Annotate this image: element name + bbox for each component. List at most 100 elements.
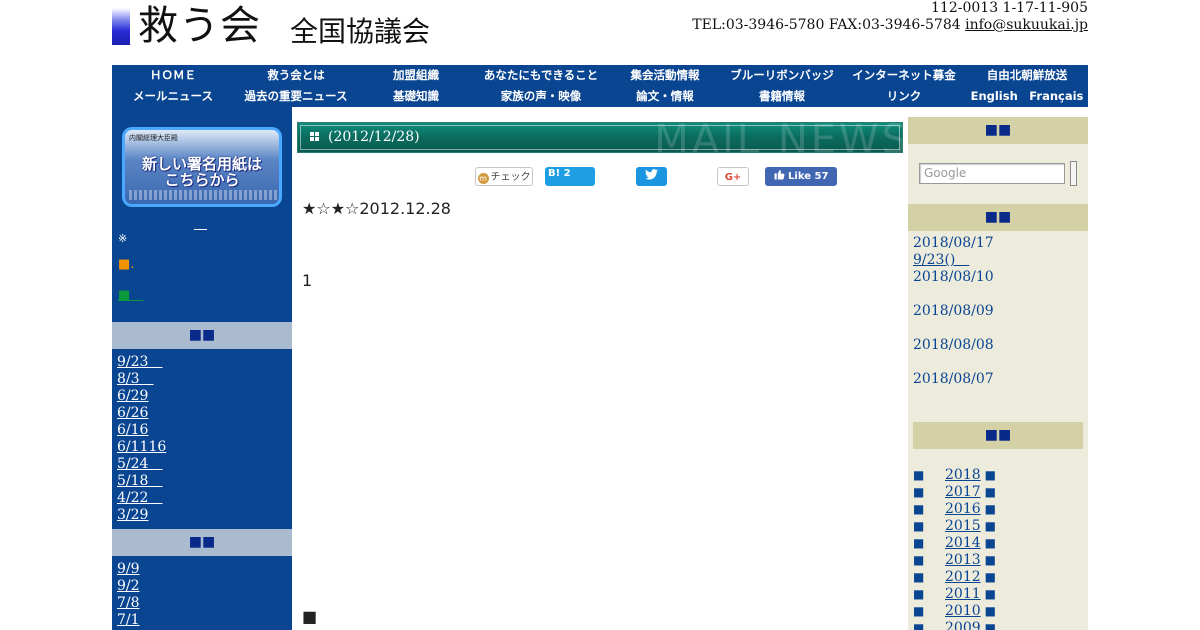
left-link[interactable]: 5/24 <box>117 456 166 473</box>
mixi-check-button[interactable]: m チェック <box>475 167 533 186</box>
nav-events[interactable]: 集会活動情報 <box>608 65 722 86</box>
right-heading-news: ■■ <box>908 204 1088 231</box>
banner-caption: 内閣総理大臣殿 <box>129 134 178 142</box>
year-row: ■ 2014 ■ <box>913 535 996 552</box>
post-body-number: 1 <box>302 271 313 290</box>
year-link[interactable]: 2016 <box>945 501 981 517</box>
nav-home[interactable]: ＨＯＭＥ <box>112 65 234 86</box>
post-section-marker: ■ <box>302 607 318 626</box>
left-link[interactable]: 9/9 <box>117 561 140 578</box>
bullet-square-icon: ■ <box>913 519 925 533</box>
site-logo-subtitle: 全国協議会 <box>290 15 431 48</box>
bullet-square-icon: ■ <box>913 536 925 550</box>
nav-basics[interactable]: 基礎知識 <box>358 86 474 107</box>
nav-family-voices[interactable]: 家族の声・映像 <box>474 86 608 107</box>
news-date: 2018/08/09 <box>913 303 994 319</box>
left-link[interactable]: 6/29 <box>117 388 166 405</box>
left-link[interactable]: 6/16 <box>117 422 166 439</box>
year-row: ■ 2018 ■ <box>913 467 996 484</box>
nav-member-orgs[interactable]: 加盟組織 <box>358 65 474 86</box>
nav-about[interactable]: 救う会とは <box>234 65 358 86</box>
google-search-input[interactable]: Google <box>919 163 1065 184</box>
right-news-list: 2018/08/17 9/23() 2018/08/10 2018/08/09 … <box>913 235 994 388</box>
year-row: ■ 2017 ■ <box>913 484 996 501</box>
logo-gradient-bar <box>112 8 130 45</box>
bullet-square-icon: ■ <box>984 621 996 630</box>
year-link[interactable]: 2015 <box>945 518 981 534</box>
left-link[interactable]: 6/1116 <box>117 439 166 456</box>
right-heading-search: ■■ <box>908 117 1088 144</box>
left-link[interactable]: 5/18 <box>117 473 166 490</box>
hatena-bookmark-button[interactable]: B! 2 <box>545 167 595 186</box>
main-content: (2012/12/28) MAIL NEWS m チェック B! 2 G+ Lik… <box>292 107 908 630</box>
mail-news-watermark: MAIL NEWS <box>654 122 903 153</box>
year-link[interactable]: 2009 <box>945 620 981 630</box>
tweet-button[interactable] <box>636 167 667 186</box>
year-link[interactable]: 2014 <box>945 535 981 551</box>
nav-internet-donation[interactable]: インターネット募金 <box>842 65 966 86</box>
nav-row-2: メールニュース 過去の重要ニュース 基礎知識 家族の声・映像 論文・情報 書籍情… <box>112 86 1088 107</box>
left-link[interactable]: 8/3 <box>117 371 166 388</box>
left-link[interactable]: 3/29 <box>117 507 166 524</box>
search-button[interactable] <box>1070 161 1077 186</box>
left-link[interactable]: 9/23 <box>117 354 166 371</box>
site-logo[interactable]: 救う会 <box>138 2 261 50</box>
news-date: 2018/08/07 <box>913 371 994 387</box>
bullet-square-icon: ■ <box>984 604 996 618</box>
email-link[interactable]: info@sukuukai.jp <box>965 17 1088 33</box>
bullet-square-icon: ■ <box>984 485 996 499</box>
banner-link[interactable]: ＿ <box>194 213 207 232</box>
year-row: ■ 2009 ■ <box>913 620 996 630</box>
left-link[interactable]: 7/1 <box>117 612 140 629</box>
banner-fine-print <box>129 190 279 200</box>
year-link[interactable]: 2011 <box>945 586 981 602</box>
green-square-item[interactable]: ■＿ <box>118 284 143 303</box>
year-link[interactable]: 2018 <box>945 467 981 483</box>
news-spacer <box>913 286 994 303</box>
news-title-bar: (2012/12/28) MAIL NEWS <box>297 122 903 153</box>
year-row: ■ 2012 ■ <box>913 569 996 586</box>
left-link[interactable]: 7/8 <box>117 595 140 612</box>
left-link[interactable]: 4/22 <box>117 490 166 507</box>
nav-mail-news[interactable]: メールニュース <box>112 86 234 107</box>
nav-books[interactable]: 書籍情報 <box>722 86 842 107</box>
grid-icon <box>310 132 320 142</box>
address-text: 112-0013 1-17-11-905 <box>931 0 1088 16</box>
left-section-heading-2: ■■ <box>112 529 292 556</box>
nav-languages[interactable]: English Français <box>966 86 1088 107</box>
google-plus-button[interactable]: G+ <box>717 167 749 186</box>
site-header: 救う会 全国協議会 112-0013 1-17-11-905 TEL:03-39… <box>0 0 1200 65</box>
nav-free-nk-radio[interactable]: 自由北朝鮮放送 <box>966 65 1088 86</box>
facebook-like-button[interactable]: Like 57 <box>765 167 837 186</box>
left-link-list-2: 9/9 9/2 7/8 7/1 <box>117 561 140 629</box>
orange-square-item[interactable]: ■. <box>118 257 134 272</box>
petition-banner[interactable]: 内閣総理大臣殿 新しい署名用紙は こちらから <box>122 127 282 207</box>
nav-links[interactable]: リンク <box>842 86 966 107</box>
year-row: ■ 2010 ■ <box>913 603 996 620</box>
nav-row-1: ＨＯＭＥ 救う会とは 加盟組織 あなたにもできること 集会活動情報 ブルーリボン… <box>112 65 1088 86</box>
nav-blue-ribbon-badge[interactable]: ブルーリボンバッジ <box>722 65 842 86</box>
facebook-like-label: Like 57 <box>788 171 829 182</box>
twitter-bird-icon <box>645 169 658 180</box>
year-row: ■ 2011 ■ <box>913 586 996 603</box>
year-link[interactable]: 2012 <box>945 569 981 585</box>
nav-what-you-can-do[interactable]: あなたにもできること <box>474 65 608 86</box>
news-date: 2018/08/17 <box>913 235 994 251</box>
left-link[interactable]: 6/26 <box>117 405 166 422</box>
nav-past-news[interactable]: 過去の重要ニュース <box>234 86 358 107</box>
year-link[interactable]: 2013 <box>945 552 981 568</box>
note-text: ※ <box>118 232 128 245</box>
left-link[interactable]: 9/2 <box>117 578 140 595</box>
year-link[interactable]: 2010 <box>945 603 981 619</box>
bullet-square-icon: ■ <box>913 570 925 584</box>
news-spacer <box>913 354 994 371</box>
right-heading-archive: ■■ <box>913 422 1083 449</box>
year-link[interactable]: 2017 <box>945 484 981 500</box>
left-section-heading-1: ■■ <box>112 322 292 349</box>
left-sidebar: 内閣総理大臣殿 新しい署名用紙は こちらから ＿ ※ ■. ■＿ ■■ 9/23… <box>112 107 292 630</box>
news-link[interactable]: 9/23() <box>913 252 994 269</box>
nav-papers[interactable]: 論文・情報 <box>608 86 722 107</box>
year-row: ■ 2013 ■ <box>913 552 996 569</box>
news-spacer <box>913 320 994 337</box>
bullet-square-icon: ■ <box>984 502 996 516</box>
